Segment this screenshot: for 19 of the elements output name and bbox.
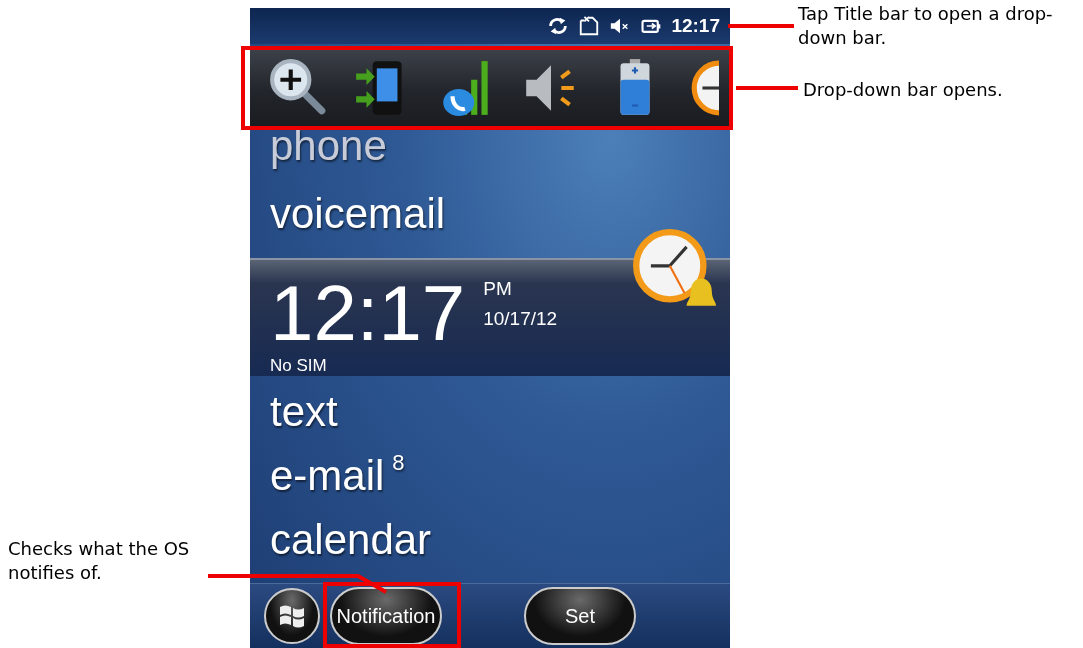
- carrier-status: No SIM: [270, 356, 327, 375]
- softkey-button[interactable]: Set: [524, 587, 636, 645]
- home-menu-item[interactable]: text: [250, 384, 730, 448]
- clock-time: 12:17: [270, 270, 466, 356]
- callout-text: Checks what the OS notifies of.: [8, 537, 191, 585]
- home-menu-item[interactable]: phone: [250, 126, 730, 186]
- sim-card-icon: [578, 15, 601, 37]
- time-period: PM: [483, 278, 513, 300]
- sync-icon: [547, 15, 570, 37]
- home-menu-item[interactable]: voicemail: [250, 186, 730, 250]
- title-bar[interactable]: 12:17: [250, 8, 730, 44]
- home-menu-item[interactable]: calendar: [250, 512, 730, 576]
- status-time: 12:17: [671, 15, 720, 37]
- start-button[interactable]: [264, 588, 320, 644]
- softkey-button[interactable]: Notification: [330, 587, 442, 645]
- home-menu-item[interactable]: e-mail $^{8}$: [250, 448, 730, 512]
- callout-text: Drop-down bar opens.: [803, 78, 1004, 102]
- callout-text: Tap Title bar to open a drop-down bar.: [798, 2, 1054, 50]
- clock-date: 10/17/12: [483, 308, 558, 330]
